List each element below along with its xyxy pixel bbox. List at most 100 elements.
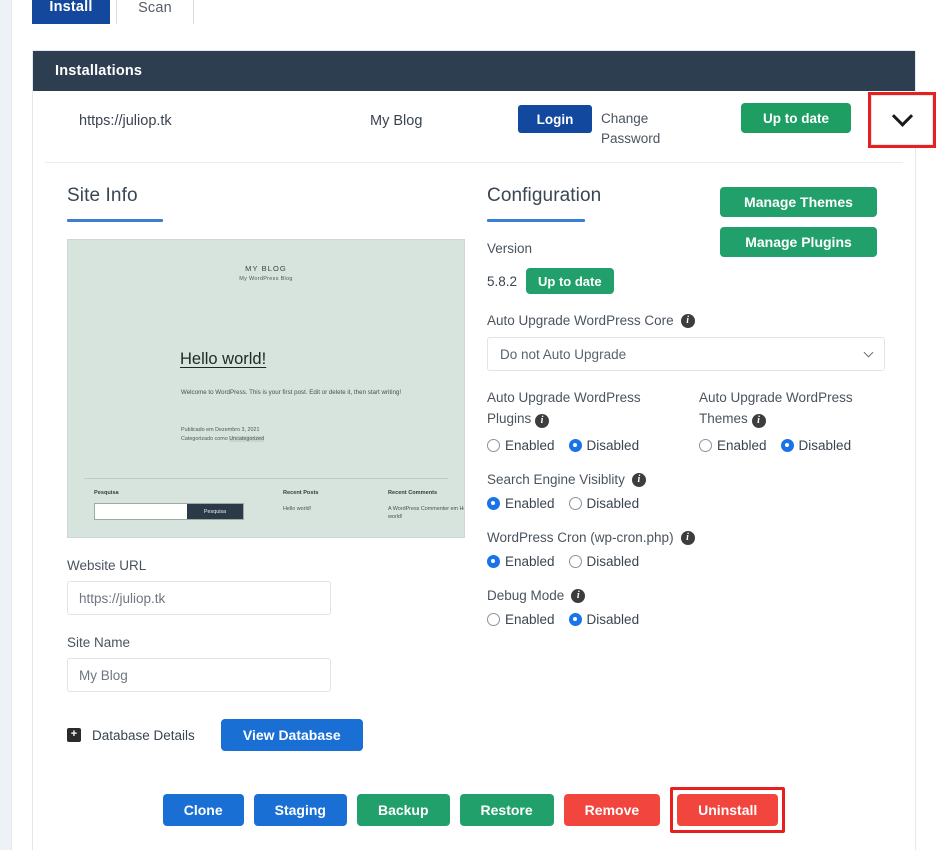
preview-brand: MY BLOG xyxy=(245,264,287,273)
info-icon[interactable]: i xyxy=(631,472,646,487)
version-status-badge[interactable]: Up to date xyxy=(526,268,614,294)
radio-cron-disabled-label: Disabled xyxy=(586,554,640,569)
site-info-title: Site Info xyxy=(67,185,138,206)
tab-install[interactable]: Install xyxy=(32,0,110,24)
auto-upgrade-core-label: Auto Upgrade WordPress Core i xyxy=(487,313,911,328)
radio-indicator xyxy=(699,439,712,452)
search-engine-visibility-label: Search Engine Visiblity i xyxy=(487,472,911,487)
auto-upgrade-core-select[interactable]: Do not Auto Upgrade xyxy=(487,337,885,371)
radio-sev-enabled[interactable]: Enabled xyxy=(487,496,555,511)
backup-button[interactable]: Backup xyxy=(356,794,450,826)
radio-cron-enabled-label: Enabled xyxy=(505,554,555,569)
preview-post-date: Publicado em Dezembro 3, 2021 xyxy=(181,427,260,433)
uninstall-button[interactable]: Uninstall xyxy=(677,794,779,826)
login-button[interactable]: Login xyxy=(518,105,592,133)
auto-upgrade-themes-radios: Enabled Disabled xyxy=(699,438,911,453)
wp-cron-text: WordPress Cron (wp-cron.php) xyxy=(487,530,674,545)
remove-button[interactable]: Remove xyxy=(563,794,661,826)
radio-indicator xyxy=(568,439,582,452)
up-to-date-status-button[interactable]: Up to date xyxy=(741,103,851,133)
expand-installation-button[interactable] xyxy=(871,95,933,145)
preview-widget-recent-comments: Recent Comments A WordPress Commenter em… xyxy=(388,490,464,521)
version-number: 5.8.2 xyxy=(487,273,518,289)
clone-button[interactable]: Clone xyxy=(162,794,244,826)
radio-themes-enabled-label: Enabled xyxy=(717,438,767,453)
radio-indicator xyxy=(780,439,794,452)
auto-upgrade-plugins-radios: Enabled Disabled xyxy=(487,438,699,453)
page-root: Install Scan Installations https://julio… xyxy=(0,0,936,850)
website-url-input[interactable] xyxy=(67,581,331,615)
radio-plugins-enabled[interactable]: Enabled xyxy=(487,438,555,453)
tab-scan[interactable]: Scan xyxy=(116,0,194,24)
radio-cron-disabled[interactable]: Disabled xyxy=(568,554,640,569)
configuration-column: Manage Themes Manage Plugins Configurati… xyxy=(465,177,911,751)
plus-square-icon[interactable]: + xyxy=(67,728,81,742)
preview-search-input xyxy=(95,504,187,519)
site-info-underline xyxy=(67,219,163,222)
preview-recent-posts-title: Recent Posts xyxy=(283,490,319,496)
preview-search-label: Pesquisa xyxy=(94,490,119,496)
search-engine-visibility-radios: Enabled Disabled xyxy=(487,496,911,511)
site-name-label: Site Name xyxy=(67,635,131,650)
preview-post-category-prefix: Categorizado como xyxy=(181,436,230,442)
radio-indicator xyxy=(487,555,500,568)
radio-plugins-disabled[interactable]: Disabled xyxy=(568,438,640,453)
chevron-down-icon xyxy=(891,105,913,127)
manage-plugins-button[interactable]: Manage Plugins xyxy=(720,227,877,257)
database-details-label[interactable]: Database Details xyxy=(92,728,195,743)
configuration-underline xyxy=(487,219,585,222)
version-row: 5.8.2 Up to date xyxy=(487,268,911,294)
info-icon[interactable]: i xyxy=(751,414,766,428)
card-header: Installations xyxy=(33,51,915,91)
preview-recent-posts-item: Hello world! xyxy=(283,506,312,512)
radio-cron-enabled[interactable]: Enabled xyxy=(487,554,555,569)
info-icon[interactable]: i xyxy=(535,414,550,428)
radio-indicator xyxy=(568,613,582,626)
info-icon[interactable]: i xyxy=(680,313,695,328)
site-info-column: Site Info MY BLOG My WordPress Blog Hell… xyxy=(45,177,465,751)
preview-search-form: Pesquisa xyxy=(94,503,244,520)
wp-cron-label: WordPress Cron (wp-cron.php) i xyxy=(487,530,911,545)
radio-indicator xyxy=(487,613,500,626)
debug-mode-text: Debug Mode xyxy=(487,588,565,603)
radio-themes-disabled[interactable]: Disabled xyxy=(780,438,852,453)
info-icon[interactable]: i xyxy=(680,530,695,545)
tab-install-label: Install xyxy=(49,0,93,15)
radio-debug-enabled-label: Enabled xyxy=(505,612,555,627)
radio-themes-enabled[interactable]: Enabled xyxy=(699,438,767,453)
manage-themes-button[interactable]: Manage Themes xyxy=(720,187,877,217)
radio-sev-disabled-label: Disabled xyxy=(586,496,640,511)
radio-debug-disabled[interactable]: Disabled xyxy=(568,612,639,627)
info-icon[interactable]: i xyxy=(571,588,586,603)
expand-toggle-highlight xyxy=(868,92,936,148)
site-name-input[interactable] xyxy=(67,658,331,692)
preview-recent-comments-title: Recent Comments xyxy=(388,490,438,496)
auto-upgrade-group-row: Auto Upgrade WordPress Plugins i Enabled xyxy=(487,387,911,453)
installation-summary-row: https://juliop.tk My Blog Login Change P… xyxy=(45,91,936,163)
debug-mode-radios: Enabled Disabled xyxy=(487,612,911,627)
main-content: Install Scan Installations https://julio… xyxy=(12,0,936,850)
radio-sev-disabled[interactable]: Disabled xyxy=(568,496,640,511)
radio-plugins-disabled-label: Disabled xyxy=(586,438,640,453)
radio-debug-enabled[interactable]: Enabled xyxy=(487,612,555,627)
auto-upgrade-plugins-text: Auto Upgrade WordPress Plugins xyxy=(487,390,641,426)
preview-post-category-name: Uncategorized xyxy=(229,436,265,442)
preview-tagline: My WordPress Blog xyxy=(239,276,293,282)
radio-plugins-enabled-label: Enabled xyxy=(505,438,555,453)
staging-button[interactable]: Staging xyxy=(253,794,347,826)
preview-search-button: Pesquisa xyxy=(187,504,243,519)
wp-cron-radios: Enabled Disabled xyxy=(487,554,911,569)
top-tabs: Install Scan xyxy=(32,0,194,24)
installations-card: Installations https://juliop.tk My Blog … xyxy=(32,50,936,850)
preview-post-body: Welcome to WordPress. This is your first… xyxy=(181,389,402,396)
uninstall-highlight: Uninstall xyxy=(670,787,786,833)
preview-widget-recent-posts: Recent Posts Hello world! xyxy=(283,490,383,513)
installation-url[interactable]: https://juliop.tk xyxy=(79,113,172,129)
radio-themes-disabled-label: Disabled xyxy=(798,438,852,453)
auto-upgrade-themes-label: Auto Upgrade WordPress Themes i xyxy=(699,387,889,429)
site-preview-thumbnail[interactable]: MY BLOG My WordPress Blog Hello world! W… xyxy=(67,239,465,538)
view-database-button[interactable]: View Database xyxy=(220,719,363,751)
installation-site-name: My Blog xyxy=(370,113,423,129)
restore-button[interactable]: Restore xyxy=(459,794,554,826)
change-password-link[interactable]: Change Password xyxy=(601,109,681,149)
